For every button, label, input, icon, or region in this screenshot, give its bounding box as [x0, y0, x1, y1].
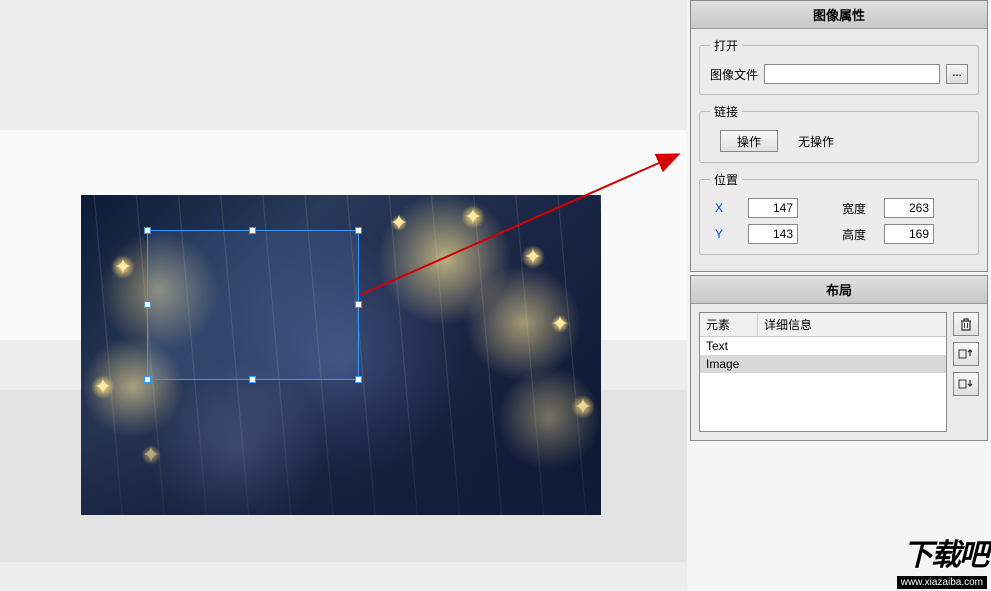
- table-row[interactable]: Text: [700, 337, 946, 355]
- height-input[interactable]: [884, 224, 934, 244]
- x-input[interactable]: [748, 198, 798, 218]
- move-down-icon: [958, 377, 974, 391]
- trash-icon: [959, 317, 973, 331]
- link-status: 无操作: [798, 133, 834, 150]
- x-label: X: [710, 201, 728, 215]
- delete-button[interactable]: [953, 312, 979, 336]
- move-up-button[interactable]: [953, 342, 979, 366]
- y-label: Y: [710, 227, 728, 241]
- canvas-image[interactable]: [81, 195, 601, 515]
- move-up-icon: [958, 347, 974, 361]
- watermark: 下载吧 www.xiazaiba.com: [897, 530, 987, 589]
- col-detail: 详细信息: [758, 313, 946, 336]
- layout-panel: 布局 元素 详细信息 Text Image: [690, 275, 988, 441]
- position-fieldset: 位置 X 宽度 Y 高度: [699, 171, 979, 255]
- image-file-label: 图像文件: [710, 66, 758, 83]
- canvas-area[interactable]: [0, 0, 687, 591]
- link-legend: 链接: [710, 103, 742, 120]
- link-fieldset: 链接 操作 无操作: [699, 103, 979, 163]
- row-element: Image: [706, 357, 739, 371]
- height-label: 高度: [826, 226, 866, 243]
- open-legend: 打开: [710, 37, 742, 54]
- action-button[interactable]: 操作: [720, 130, 778, 152]
- element-table[interactable]: 元素 详细信息 Text Image: [699, 312, 947, 432]
- move-down-button[interactable]: [953, 372, 979, 396]
- browse-button[interactable]: …: [946, 64, 968, 84]
- position-legend: 位置: [710, 171, 742, 188]
- table-row[interactable]: Image: [700, 355, 946, 373]
- width-label: 宽度: [826, 200, 866, 217]
- watermark-text: 下载吧: [897, 530, 987, 574]
- row-element: Text: [706, 339, 728, 353]
- watermark-url: www.xiazaiba.com: [897, 576, 987, 589]
- panel-title: 图像属性: [691, 1, 987, 29]
- open-fieldset: 打开 图像文件 …: [699, 37, 979, 95]
- width-input[interactable]: [884, 198, 934, 218]
- image-file-input[interactable]: [764, 64, 940, 84]
- col-element: 元素: [700, 313, 758, 336]
- table-header: 元素 详细信息: [700, 313, 946, 337]
- layout-panel-title: 布局: [691, 276, 987, 304]
- y-input[interactable]: [748, 224, 798, 244]
- image-properties-panel: 图像属性 打开 图像文件 … 链接 操作 无操作 位置 X: [690, 0, 988, 272]
